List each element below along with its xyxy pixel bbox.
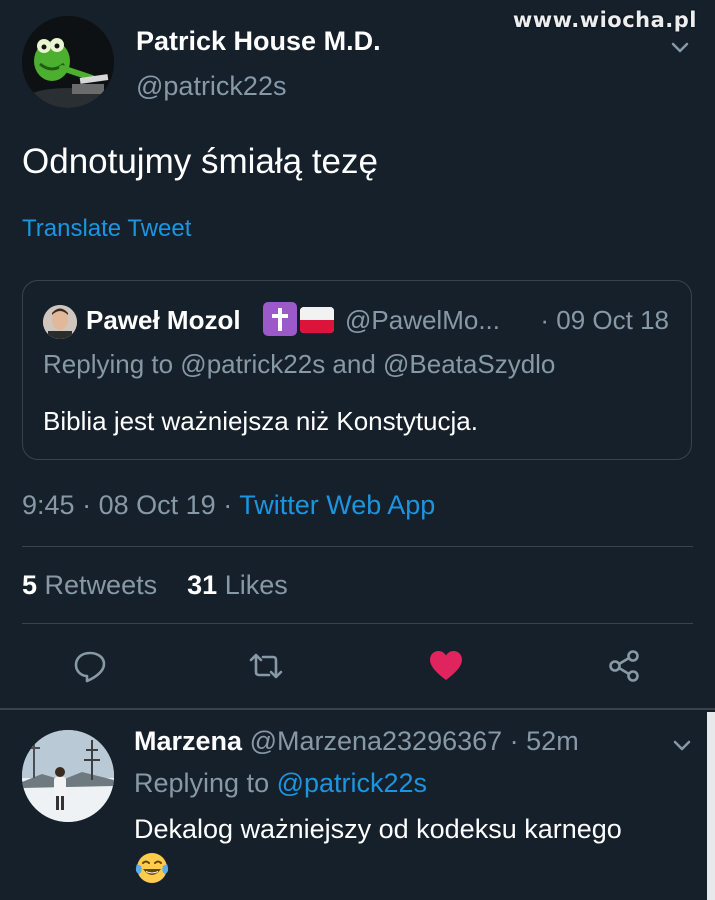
kermit-avatar-image — [22, 16, 114, 108]
reply-replying-to: Replying to @patrick22s — [134, 768, 427, 799]
likes-stat[interactable]: 31 Likes — [187, 570, 288, 600]
tweet-text: Odnotujmy śmiałą tezę — [22, 142, 378, 181]
heart-icon[interactable] — [428, 648, 464, 684]
replying-prefix: Replying to — [134, 768, 277, 798]
quoted-replying-to: Replying to @patrick22s and @BeataSzydlo — [43, 349, 556, 379]
reply-avatar[interactable] — [22, 730, 114, 822]
scrollbar[interactable] — [707, 712, 715, 900]
tweet-date: 08 Oct 19 — [98, 490, 216, 520]
action-bar — [0, 640, 715, 692]
retweet-icon[interactable] — [248, 648, 284, 684]
tweet-header: Patrick House M.D. @patrick22s — [22, 16, 693, 112]
comment-icon[interactable] — [72, 648, 108, 684]
retweets-label: Retweets — [44, 570, 158, 600]
retweets-stat[interactable]: 5 Retweets — [22, 570, 157, 600]
quoted-date: · 09 Oct 18 — [540, 305, 669, 335]
reply-text: Dekalog ważniejszy od kodeksu karnego — [134, 814, 622, 844]
chevron-down-icon[interactable] — [669, 36, 691, 58]
meta-separator: · — [223, 490, 233, 520]
chevron-down-icon[interactable] — [671, 734, 693, 756]
retweets-count: 5 — [22, 570, 38, 600]
reply-author-handle[interactable]: @Marzena23296367 — [250, 726, 503, 756]
divider — [22, 546, 693, 547]
reply-time: · 52m — [509, 726, 579, 756]
reply-tweet[interactable]: Marzena @Marzena23296367 · 52m Replying … — [0, 710, 715, 900]
author-name[interactable]: Patrick House M.D. — [136, 26, 381, 57]
quoted-author-handle: @PawelMo... — [345, 305, 500, 335]
likes-label: Likes — [224, 570, 288, 600]
author-handle[interactable]: @patrick22s — [136, 71, 286, 102]
meta-separator: · — [82, 490, 92, 520]
divider — [22, 623, 693, 624]
tweet-stats: 5 Retweets 31 Likes — [22, 570, 288, 601]
tweet-source-link[interactable]: Twitter Web App — [239, 490, 435, 520]
tweet-meta: 9:45 · 08 Oct 19 · Twitter Web App — [22, 490, 435, 521]
quoted-avatar — [43, 305, 77, 339]
snow-photo-image — [22, 730, 114, 822]
cross-emoji-icon — [263, 302, 297, 336]
poland-flag-icon — [300, 307, 334, 333]
reply-author-name[interactable]: Marzena — [134, 726, 242, 756]
quoted-tweet[interactable]: Paweł Mozol @PawelMo... · 09 Oct 18 Repl… — [22, 280, 692, 460]
likes-count: 31 — [187, 570, 218, 600]
avatar[interactable] — [22, 16, 114, 108]
tears-of-joy-emoji-icon — [134, 850, 170, 886]
replying-mention-link[interactable]: @patrick22s — [277, 768, 427, 798]
quoted-author-name: Paweł Mozol — [86, 305, 241, 335]
reply-header: Marzena @Marzena23296367 · 52m — [134, 726, 579, 757]
tweet-time: 9:45 — [22, 490, 75, 520]
quoted-text: Biblia jest ważniejsza niż Konstytucja. — [43, 406, 478, 436]
share-icon[interactable] — [606, 648, 642, 684]
translate-tweet-link[interactable]: Translate Tweet — [22, 215, 191, 243]
